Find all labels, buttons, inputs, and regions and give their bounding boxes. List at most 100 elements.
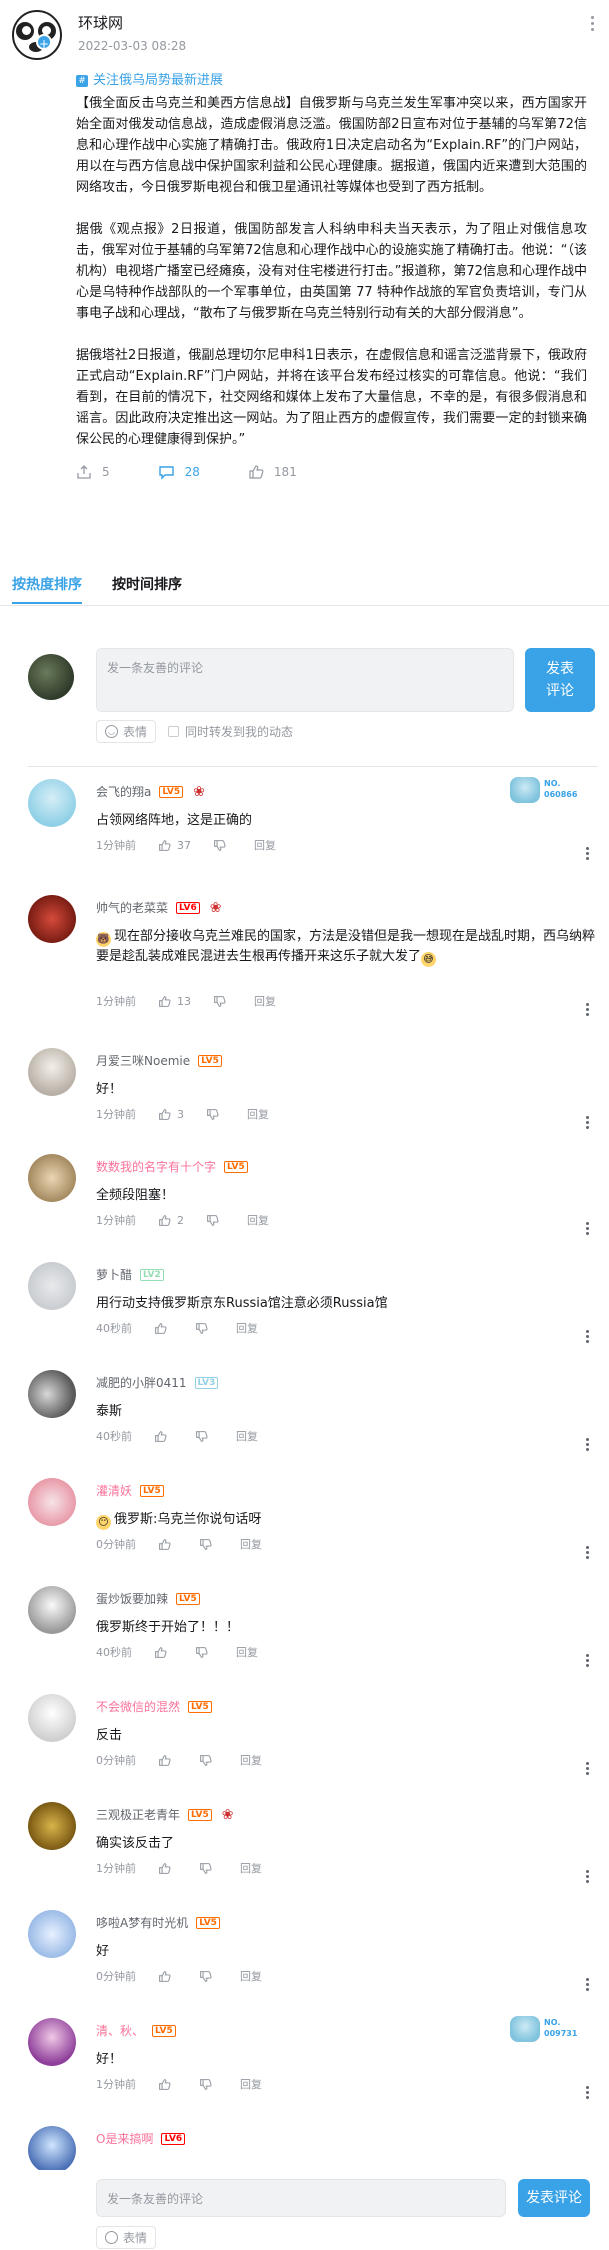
reply-button[interactable]: 回复 — [240, 1968, 262, 1984]
avatar[interactable] — [28, 1802, 76, 1850]
comment-more-icon[interactable] — [586, 1762, 590, 1777]
comment-meta: 1分钟前 2 回复 — [96, 1212, 269, 1228]
dislike-button[interactable] — [195, 1322, 214, 1335]
dislike-button[interactable] — [213, 995, 232, 1008]
tab-hot[interactable]: 按热度排序 — [12, 574, 82, 604]
comment-more-icon[interactable] — [586, 1870, 590, 1885]
avatar[interactable] — [28, 1910, 76, 1958]
comment-username[interactable]: 减肥的小胖0411 — [96, 1374, 187, 1391]
comment-username[interactable]: 会飞的翔a — [96, 783, 151, 800]
comment-username[interactable]: 数数我的名字有十个字 — [96, 1158, 216, 1175]
like-button[interactable] — [158, 1538, 177, 1551]
comment-more-icon[interactable] — [586, 1116, 590, 1131]
like-button[interactable] — [158, 1970, 177, 1983]
bottom-submit-button[interactable]: 发表评论 — [518, 2179, 590, 2217]
avatar[interactable] — [28, 2126, 76, 2174]
dislike-button[interactable] — [195, 1430, 214, 1443]
comment-more-icon[interactable] — [586, 1222, 590, 1237]
dislike-button[interactable] — [195, 1646, 214, 1659]
comment-more-icon[interactable] — [586, 1978, 590, 1993]
comment-username[interactable]: 萝卜醋 — [96, 1266, 132, 1283]
reply-button[interactable]: 回复 — [236, 1320, 258, 1336]
dislike-button[interactable] — [206, 1108, 225, 1121]
dislike-button[interactable] — [206, 1214, 225, 1227]
comment-more-icon[interactable] — [586, 1438, 590, 1453]
divider — [28, 766, 598, 767]
dislike-button[interactable] — [213, 839, 232, 852]
share-button[interactable]: 5 — [76, 464, 110, 480]
avatar[interactable] — [28, 2018, 76, 2066]
reply-button[interactable]: 回复 — [236, 1428, 258, 1444]
comment-more-icon[interactable] — [586, 1654, 590, 1669]
comment-username[interactable]: 灌清妖 — [96, 1482, 132, 1499]
author-name[interactable]: 环球网 — [78, 12, 186, 33]
reply-button[interactable]: 回复 — [240, 1752, 262, 1768]
thumb-up-icon — [159, 1108, 171, 1120]
reply-button[interactable]: 回复 — [247, 1106, 269, 1122]
like-button[interactable]: 37 — [158, 839, 191, 852]
like-button[interactable]: 2 — [158, 1214, 184, 1227]
avatar[interactable] — [28, 779, 76, 827]
comment-time: 1分钟前 — [96, 2078, 136, 2091]
comment-more-icon[interactable] — [586, 1003, 590, 1018]
comment-username[interactable]: 月爱三咪Noemie — [96, 1052, 190, 1069]
reply-button[interactable]: 回复 — [240, 1860, 262, 1876]
reply-button[interactable]: 回复 — [240, 2076, 262, 2092]
like-button[interactable] — [158, 1862, 177, 1875]
more-options-icon[interactable] — [591, 16, 595, 34]
reply-button[interactable]: 回复 — [254, 837, 276, 853]
comment-username[interactable]: 蛋炒饭要加辣 — [96, 1590, 168, 1607]
like-button[interactable] — [158, 2078, 177, 2091]
comment-username[interactable]: 三观极正老青年 — [96, 1806, 180, 1823]
avatar[interactable] — [28, 895, 76, 943]
dislike-button[interactable] — [199, 2078, 218, 2091]
author-avatar[interactable] — [12, 10, 62, 60]
tab-time[interactable]: 按时间排序 — [112, 574, 182, 604]
comment-username[interactable]: 清、秋、 — [96, 2022, 144, 2039]
avatar[interactable] — [28, 1154, 76, 1202]
topic-tag[interactable]: # 关注俄乌局势最新进展 — [76, 70, 587, 91]
bottom-comment-input[interactable]: 发一条友善的评论 — [96, 2179, 506, 2217]
avatar[interactable] — [28, 1694, 76, 1742]
like-button[interactable]: 13 — [158, 995, 191, 1008]
avatar[interactable] — [28, 1370, 76, 1418]
comment-input[interactable]: 发一条友善的评论 — [96, 648, 514, 712]
avatar[interactable] — [28, 1586, 76, 1634]
comment-more-icon[interactable] — [586, 1330, 590, 1345]
bottom-emoji-button[interactable]: 表情 — [96, 2226, 157, 2249]
dislike-button[interactable] — [199, 1970, 218, 1983]
reply-button[interactable]: 回复 — [240, 1536, 262, 1552]
comment-more-icon[interactable] — [586, 847, 590, 862]
comment-username[interactable]: 不会微信的混然 — [96, 1698, 180, 1715]
reply-button[interactable]: 回复 — [254, 993, 276, 1009]
comment-more-icon[interactable] — [586, 1546, 590, 1561]
like-button[interactable] — [158, 1754, 177, 1767]
like-button[interactable] — [154, 1430, 173, 1443]
emoji-button[interactable]: ◡ 表情 — [96, 720, 157, 743]
sync-checkbox[interactable]: 同时转发到我的动态 — [168, 723, 293, 740]
comment-username[interactable]: 帅气的老菜菜 — [96, 899, 168, 916]
comment-meta: 1分钟前 3 回复 — [96, 1106, 269, 1122]
level-badge: LV5 — [159, 785, 184, 798]
comment-more-icon[interactable] — [586, 2086, 590, 2101]
comment-text: 反击 — [96, 1728, 123, 1743]
avatar[interactable] — [28, 1478, 76, 1526]
avatar[interactable] — [28, 1262, 76, 1310]
dislike-button[interactable] — [199, 1754, 218, 1767]
comment-text: 好！ — [96, 1082, 123, 1097]
dislike-button[interactable] — [199, 1538, 218, 1551]
submit-comment-button[interactable]: 发表 评论 — [525, 648, 595, 712]
dislike-button[interactable] — [199, 1862, 218, 1875]
like-button[interactable]: 3 — [158, 1108, 184, 1121]
avatar[interactable] — [28, 1048, 76, 1096]
comment-text: 全频段阻塞！ — [96, 1188, 175, 1203]
comment-username[interactable]: 哆啦A梦有时光机 — [96, 1914, 188, 1931]
like-button[interactable] — [154, 1322, 173, 1335]
comment-username[interactable]: O是来搞啊 — [96, 2130, 153, 2147]
like-button[interactable]: 181 — [248, 464, 297, 480]
comment-button[interactable]: 28 — [158, 464, 200, 480]
reply-button[interactable]: 回复 — [236, 1644, 258, 1660]
like-button[interactable] — [154, 1646, 173, 1659]
comment-meta: 1分钟前 回复 — [96, 2076, 262, 2092]
reply-button[interactable]: 回复 — [247, 1212, 269, 1228]
